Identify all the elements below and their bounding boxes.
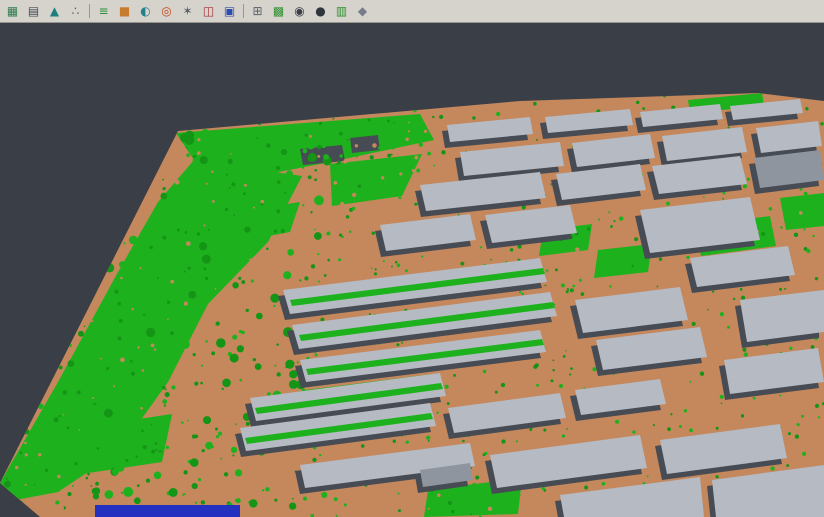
layers-icon[interactable]: ▤ bbox=[24, 2, 43, 21]
map-icon[interactable]: ▦ bbox=[3, 2, 22, 21]
toolbar: ▦▤▲∴ ≡■◐◎✶◫▣ ⊞▩◉●▥◆ bbox=[0, 0, 824, 23]
points-icon[interactable]: ∴ bbox=[66, 2, 85, 21]
toolbar-separator bbox=[243, 4, 244, 18]
stack-icon[interactable]: ≡ bbox=[94, 2, 113, 21]
chart-icon[interactable]: ◆ bbox=[353, 2, 372, 21]
terrain-icon[interactable]: ▲ bbox=[45, 2, 64, 21]
select-icon[interactable]: ▣ bbox=[220, 2, 239, 21]
target-icon[interactable]: ◎ bbox=[157, 2, 176, 21]
measure-icon[interactable]: ◫ bbox=[199, 2, 218, 21]
sphere-icon[interactable]: ● bbox=[311, 2, 330, 21]
pointcloud-render bbox=[0, 23, 824, 517]
blue-region bbox=[95, 505, 240, 517]
vegetation-patch bbox=[0, 282, 58, 382]
table-icon[interactable]: ▥ bbox=[332, 2, 351, 21]
application-window: ▦▤▲∴ ≡■◐◎✶◫▣ ⊞▩◉●▥◆ bbox=[0, 0, 824, 517]
classify-icon[interactable]: ▩ bbox=[269, 2, 288, 21]
globe-icon[interactable]: ◐ bbox=[136, 2, 155, 21]
box-icon[interactable]: ■ bbox=[115, 2, 134, 21]
toolbar-separator bbox=[89, 4, 90, 18]
viewport-3d[interactable] bbox=[0, 23, 824, 517]
grid-icon[interactable]: ⊞ bbox=[248, 2, 267, 21]
camera-icon[interactable]: ◉ bbox=[290, 2, 309, 21]
settings-icon[interactable]: ✶ bbox=[178, 2, 197, 21]
